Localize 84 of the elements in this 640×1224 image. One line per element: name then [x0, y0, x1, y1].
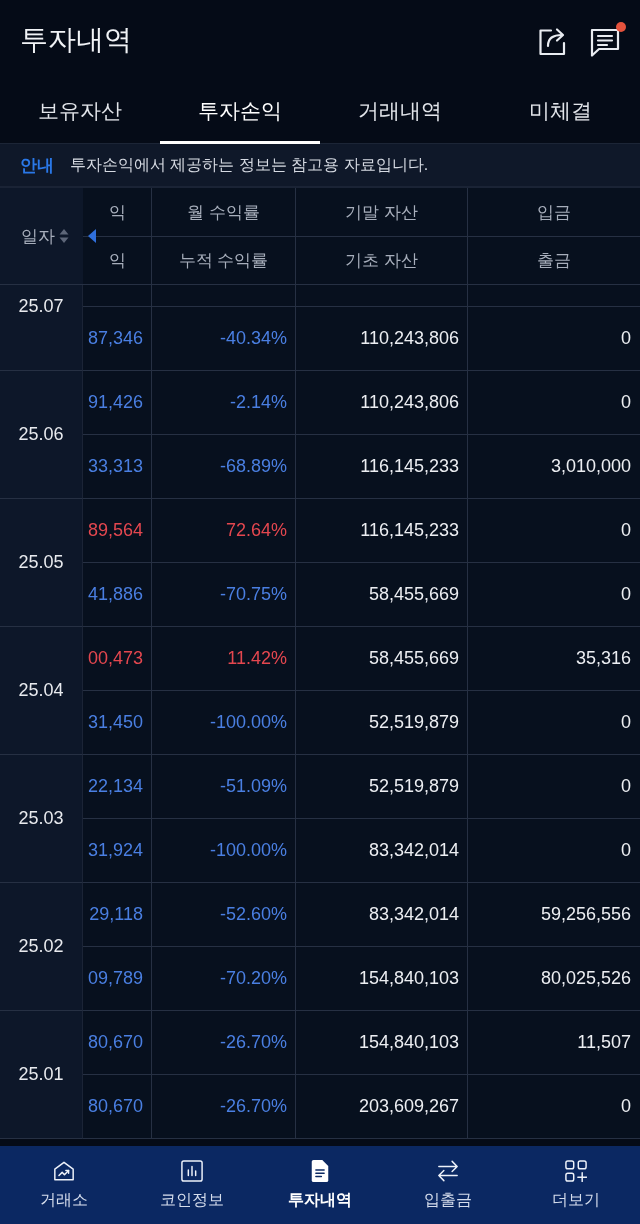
table-cell: 154,840,103	[296, 947, 468, 1011]
bar-chart-icon	[181, 1159, 203, 1182]
table-cell: 83,342,014	[296, 883, 468, 947]
share-icon	[538, 26, 568, 56]
table-cell: 0	[468, 755, 640, 819]
table-cell: 3,010,000	[468, 435, 640, 499]
table-cell: 31,924	[83, 819, 152, 883]
table-cell: 00,473	[83, 627, 152, 691]
table-cell: 0	[468, 499, 640, 563]
sort-header[interactable]: 일자	[0, 188, 83, 285]
notice-label: 안내	[20, 154, 54, 177]
table-cell: 110,243,806	[296, 307, 468, 371]
column-header: 월 수익률	[152, 188, 296, 237]
notice-text: 투자손익에서 제공하는 정보는 참고용 자료입니다.	[70, 154, 429, 175]
table-cell: -2.14%	[152, 371, 296, 435]
date-cell: 25.01	[0, 1011, 83, 1139]
table-cell: 154,840,103	[296, 1011, 468, 1075]
table-cell: 59,256,556	[468, 883, 640, 947]
tab[interactable]: 미체결	[480, 80, 640, 144]
nav-item[interactable]: 거래소	[0, 1146, 128, 1224]
table-cell: 80,025,526	[468, 947, 640, 1011]
table-cell: 0	[468, 563, 640, 627]
date-cell: 25.02	[0, 883, 83, 1011]
sort-icon	[58, 228, 69, 244]
message-icon	[590, 27, 620, 57]
table-cell: -100.00%	[152, 691, 296, 755]
document-icon	[309, 1159, 331, 1182]
table-cell: 52,519,879	[296, 755, 468, 819]
table-cell: -100.00%	[152, 819, 296, 883]
table-cell: -26.70%	[152, 1075, 296, 1139]
swap-arrows-icon	[437, 1159, 459, 1182]
tab[interactable]: 거래내역	[320, 80, 480, 144]
column-header: 기말 자산	[296, 188, 468, 237]
table-cell: 0	[468, 819, 640, 883]
table-cell: 80,670	[83, 1011, 152, 1075]
table-cell: -40.34%	[152, 307, 296, 371]
tab[interactable]: 보유자산	[0, 80, 160, 144]
table-cell: 80,670	[83, 1075, 152, 1139]
nav-item[interactable]: 더보기	[512, 1146, 640, 1224]
table-cell: 33,313	[83, 435, 152, 499]
table-cell: 0	[468, 307, 640, 371]
date-cell: 25.05	[0, 499, 83, 627]
table-cell: 0	[468, 1075, 640, 1139]
table-cell: -70.75%	[152, 563, 296, 627]
table-cell: 41,886	[83, 563, 152, 627]
table-cell: 72.64%	[152, 499, 296, 563]
nav-item[interactable]: 코인정보	[128, 1146, 256, 1224]
table-cell: 0	[468, 371, 640, 435]
table-cell: 11,507	[468, 1011, 640, 1075]
table-cell: 0	[468, 691, 640, 755]
grid-plus-icon	[565, 1159, 587, 1182]
table-cell: 116,145,233	[296, 499, 468, 563]
messages-button[interactable]	[590, 22, 626, 58]
page-title: 투자내역	[20, 23, 132, 57]
table-cell: 110,243,806	[296, 371, 468, 435]
table-cell: 58,455,669	[296, 563, 468, 627]
table-cell: -68.89%	[152, 435, 296, 499]
table-cell: 35,316	[468, 627, 640, 691]
date-cell: 25.03	[0, 755, 83, 883]
date-cell: 25.04	[0, 627, 83, 755]
table-cell: 91,426	[83, 371, 152, 435]
table-cell: 29,118	[83, 883, 152, 947]
table-cell: -70.20%	[152, 947, 296, 1011]
table-cell: 31,450	[83, 691, 152, 755]
nav-item[interactable]: 입출금	[384, 1146, 512, 1224]
column-header: 입금	[468, 188, 640, 237]
table-cell: 203,609,267	[296, 1075, 468, 1139]
table-cell: -52.60%	[152, 883, 296, 947]
table-cell: -26.70%	[152, 1011, 296, 1075]
table-cell: -51.09%	[152, 755, 296, 819]
table-cell: 58,455,669	[296, 627, 468, 691]
table-cell: 83,342,014	[296, 819, 468, 883]
table-cell: 22,134	[83, 755, 152, 819]
table-cell: 11.42%	[152, 627, 296, 691]
table-cell: 52,519,879	[296, 691, 468, 755]
table-cell: 116,145,233	[296, 435, 468, 499]
left-caret-icon	[88, 229, 96, 243]
table-cell: 89,564	[83, 499, 152, 563]
nav-item[interactable]: 투자내역	[256, 1146, 384, 1224]
table-cell: 87,346	[83, 307, 152, 371]
date-cell: 25.06	[0, 371, 83, 499]
date-cell: 25.07	[0, 285, 83, 371]
trend-chart-icon	[53, 1159, 75, 1182]
table-cell: 09,789	[83, 947, 152, 1011]
